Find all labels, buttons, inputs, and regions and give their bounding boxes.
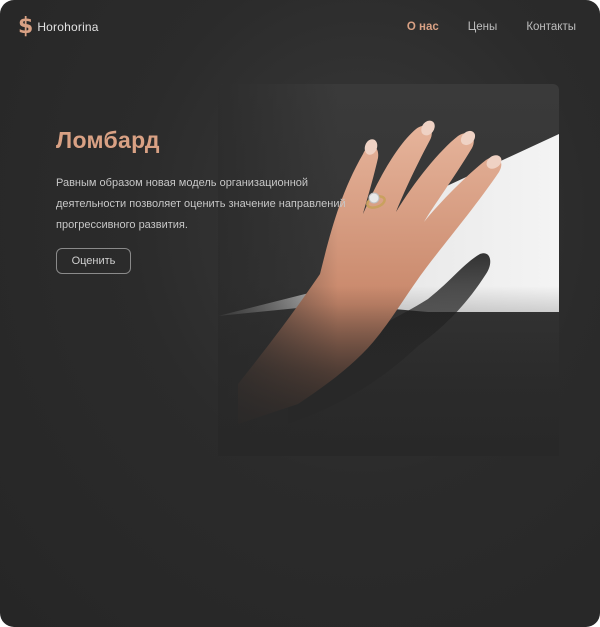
evaluate-button[interactable]: Оценить — [56, 248, 131, 274]
main-nav: О нас Цены Контакты — [407, 21, 576, 33]
logo[interactable]: $ Horohorina — [18, 16, 99, 38]
logo-text: Horohorina — [37, 20, 99, 34]
nav-item-prices[interactable]: Цены — [468, 21, 498, 33]
nav-item-contacts[interactable]: Контакты — [526, 21, 576, 33]
hero-photo — [218, 84, 559, 456]
nav-item-about[interactable]: О нас — [407, 21, 439, 33]
ring-stone — [368, 192, 380, 204]
hero-title: Ломбард — [56, 127, 160, 153]
hero-description: Равным образом новая модель организацион… — [56, 177, 346, 231]
landing-page: $ Horohorina О нас Цены Контакты Ломбард… — [0, 0, 600, 627]
hand-with-ring-illustration — [218, 120, 559, 424]
dollar-icon: $ — [18, 14, 34, 39]
